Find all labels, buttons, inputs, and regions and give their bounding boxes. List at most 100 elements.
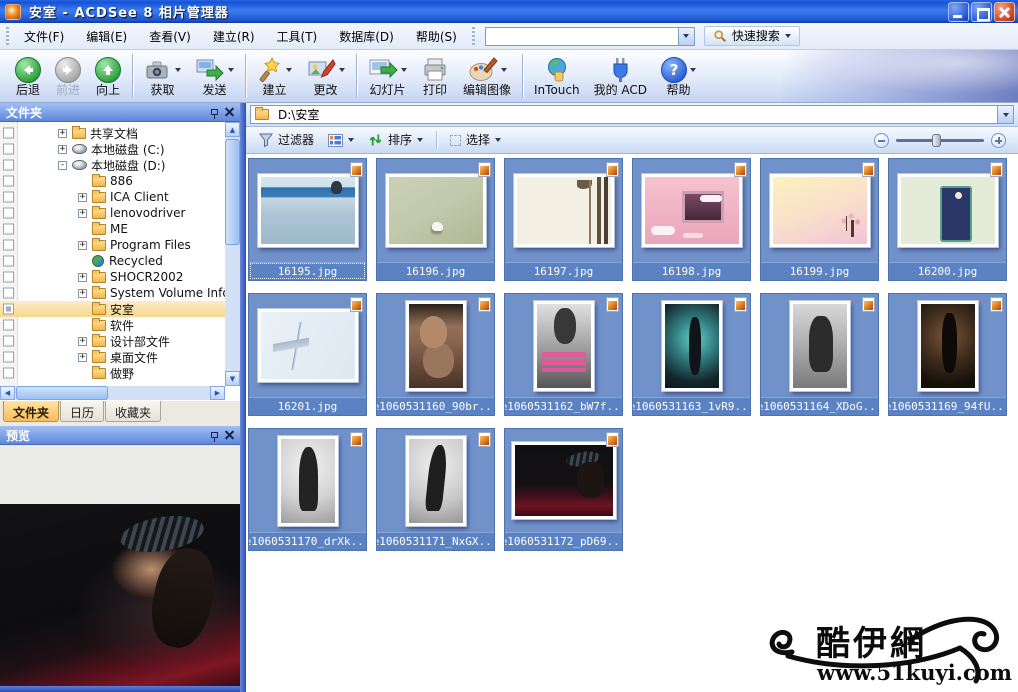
edit-image-button[interactable]: 编辑图像 bbox=[456, 54, 518, 98]
scrollbar-thumb[interactable] bbox=[16, 386, 108, 400]
zoom-slider-thumb[interactable] bbox=[932, 134, 941, 147]
expander-icon[interactable]: + bbox=[58, 145, 67, 154]
menu-create[interactable]: 建立(R) bbox=[202, 24, 266, 49]
thumbnail-tile[interactable]: e1060531163_1vR9... bbox=[632, 293, 751, 416]
tree-item[interactable]: 软件 bbox=[0, 317, 225, 333]
checkbox[interactable] bbox=[3, 368, 14, 379]
thumbnail-tile[interactable]: e1060531160_90br... bbox=[376, 293, 495, 416]
menu-tools[interactable]: 工具(T) bbox=[266, 24, 329, 49]
menu-file[interactable]: 文件(F) bbox=[13, 24, 75, 49]
scroll-left-button[interactable]: ◀ bbox=[0, 386, 15, 400]
tree-item[interactable]: +lenovodriver bbox=[0, 205, 225, 221]
create-button[interactable]: 建立 bbox=[250, 54, 299, 98]
zoom-out-button[interactable] bbox=[874, 133, 889, 148]
tree-item[interactable]: +桌面文件 bbox=[0, 349, 225, 365]
scroll-up-button[interactable]: ▲ bbox=[225, 122, 240, 137]
expander-icon[interactable]: + bbox=[78, 273, 87, 282]
thumbnail-tile[interactable]: 16196.jpg bbox=[376, 158, 495, 281]
close-button[interactable] bbox=[994, 2, 1015, 22]
view-mode-button[interactable] bbox=[323, 132, 359, 149]
menu-edit[interactable]: 编辑(E) bbox=[75, 24, 138, 49]
pin-icon[interactable] bbox=[211, 432, 218, 438]
expander-icon[interactable]: - bbox=[58, 161, 67, 170]
checkbox[interactable] bbox=[3, 224, 14, 235]
thumbnail-tile[interactable]: 16197.jpg bbox=[504, 158, 623, 281]
search-input[interactable] bbox=[486, 28, 678, 45]
expander-icon[interactable]: + bbox=[78, 241, 87, 250]
checkbox[interactable] bbox=[3, 176, 14, 187]
pin-icon[interactable] bbox=[211, 109, 218, 115]
close-panel-icon[interactable] bbox=[225, 108, 234, 117]
forward-button[interactable]: 前进 bbox=[48, 54, 88, 98]
tree-item[interactable]: +ICA Client bbox=[0, 189, 225, 205]
acquire-button[interactable]: 获取 bbox=[137, 54, 188, 98]
tree-item[interactable]: Recycled bbox=[0, 253, 225, 269]
tree-item[interactable]: +Program Files bbox=[0, 237, 225, 253]
checkbox[interactable] bbox=[3, 256, 14, 267]
sort-button[interactable]: 排序 bbox=[363, 131, 428, 149]
print-button[interactable]: 打印 bbox=[414, 54, 456, 98]
thumbnail-tile[interactable]: e1060531169_94fU... bbox=[888, 293, 1007, 416]
checkbox[interactable] bbox=[3, 160, 14, 171]
restore-button[interactable] bbox=[971, 2, 992, 22]
expander-icon[interactable]: + bbox=[58, 129, 67, 138]
tree-item[interactable]: +设计部文件 bbox=[0, 333, 225, 349]
expander-icon[interactable]: + bbox=[78, 209, 87, 218]
thumbnail-tile[interactable]: 16195.jpg bbox=[248, 158, 367, 281]
checkbox[interactable] bbox=[3, 352, 14, 363]
tree-item[interactable]: ME bbox=[0, 221, 225, 237]
checkbox[interactable] bbox=[3, 288, 14, 299]
back-button[interactable]: 后退 bbox=[8, 54, 48, 98]
thumbnail-tile[interactable]: e1060531172_pD69... bbox=[504, 428, 623, 551]
toolbar-grip[interactable] bbox=[472, 27, 475, 45]
thumbnail-tile[interactable]: 16200.jpg bbox=[888, 158, 1007, 281]
tree-item[interactable]: +共享文档 bbox=[0, 125, 225, 141]
thumbnail-tile[interactable]: 16199.jpg bbox=[760, 158, 879, 281]
slideshow-button[interactable]: 幻灯片 bbox=[361, 54, 414, 98]
expander-icon[interactable]: + bbox=[78, 193, 87, 202]
tab-favorites[interactable]: 收藏夹 bbox=[105, 401, 161, 422]
my-acd-button[interactable]: 我的 ACD bbox=[587, 54, 654, 98]
checkbox[interactable] bbox=[3, 208, 14, 219]
intouch-button[interactable]: InTouch bbox=[527, 54, 587, 98]
up-button[interactable]: 向上 bbox=[88, 54, 128, 98]
scrollbar-thumb[interactable] bbox=[225, 139, 240, 245]
zoom-slider-track[interactable] bbox=[896, 139, 984, 142]
filter-button[interactable]: 过滤器 bbox=[254, 131, 319, 149]
modify-button[interactable]: 更改 bbox=[299, 54, 352, 98]
checkbox[interactable] bbox=[3, 320, 14, 331]
checkbox[interactable] bbox=[3, 144, 14, 155]
minimize-button[interactable] bbox=[948, 2, 969, 22]
menu-help[interactable]: 帮助(S) bbox=[405, 24, 468, 49]
expander-icon[interactable]: + bbox=[78, 289, 87, 298]
tree-item[interactable]: 做野 bbox=[0, 365, 225, 381]
checkbox[interactable] bbox=[3, 240, 14, 251]
close-panel-icon[interactable] bbox=[225, 431, 234, 440]
menu-database[interactable]: 数据库(D) bbox=[328, 24, 405, 49]
zoom-in-button[interactable] bbox=[991, 133, 1006, 148]
address-dropdown-button[interactable] bbox=[997, 106, 1013, 123]
tree-vertical-scrollbar[interactable]: ▲ ▼ bbox=[225, 122, 240, 386]
expander-icon[interactable]: + bbox=[78, 337, 87, 346]
scroll-right-button[interactable]: ▶ bbox=[210, 386, 225, 400]
tab-folders[interactable]: 文件夹 bbox=[3, 401, 59, 422]
preview-image[interactable] bbox=[0, 504, 240, 686]
scroll-down-button[interactable]: ▼ bbox=[225, 371, 240, 386]
help-button[interactable]: ? 帮助 bbox=[654, 54, 703, 98]
expander-icon[interactable]: + bbox=[78, 353, 87, 362]
thumbnail-tile[interactable]: 16201.jpg bbox=[248, 293, 367, 416]
tree-horizontal-scrollbar[interactable]: ◀ ▶ bbox=[0, 386, 225, 400]
address-field[interactable]: D:\安室 bbox=[250, 105, 1014, 124]
tab-calendar[interactable]: 日历 bbox=[60, 401, 104, 422]
checkbox[interactable] bbox=[3, 192, 14, 203]
checkbox[interactable] bbox=[3, 336, 14, 347]
thumbnail-tile[interactable]: e1060531171_NxGX... bbox=[376, 428, 495, 551]
toolbar-grip[interactable] bbox=[6, 27, 9, 45]
thumbnail-tile[interactable]: 16198.jpg bbox=[632, 158, 751, 281]
thumbnail-tile[interactable]: e1060531162_bW7f... bbox=[504, 293, 623, 416]
tree-item[interactable]: +SHOCR2002 bbox=[0, 269, 225, 285]
search-dropdown-button[interactable] bbox=[678, 28, 694, 45]
checkbox[interactable] bbox=[3, 304, 14, 315]
menu-view[interactable]: 查看(V) bbox=[138, 24, 202, 49]
thumbnail-tile[interactable]: e1060531170_drXk... bbox=[248, 428, 367, 551]
